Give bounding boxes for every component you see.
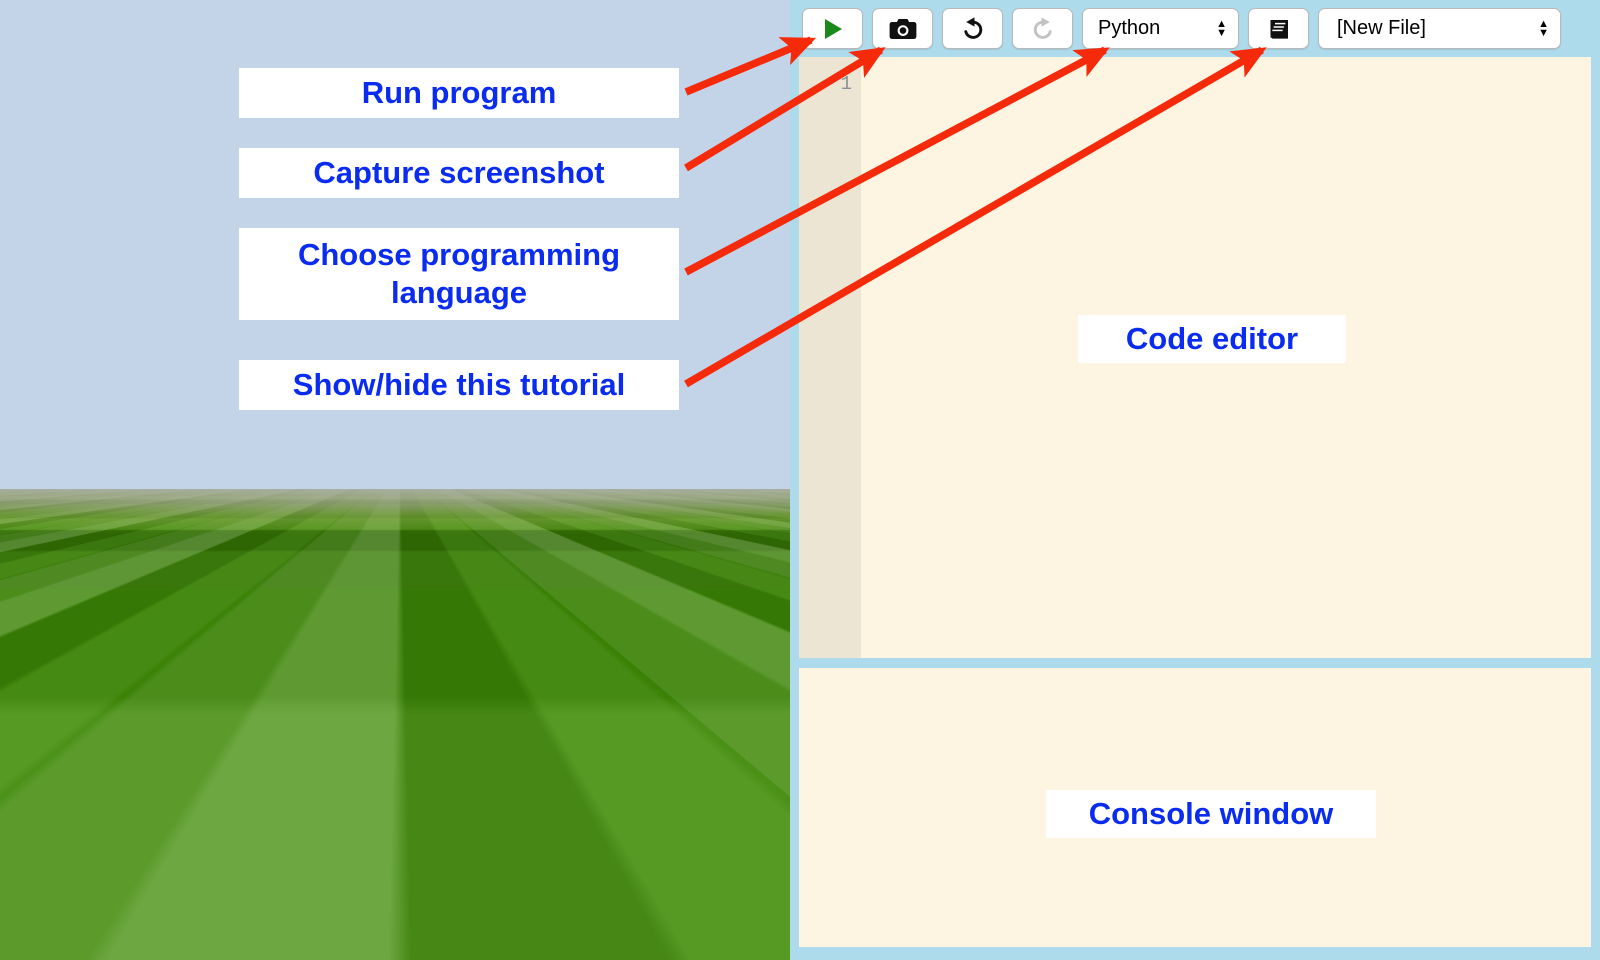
file-select-value: [New File] [1337,17,1426,39]
book-icon [1270,19,1288,39]
chevron-updown-icon: ▲ ▼ [1538,17,1549,39]
callout-show-hide-tutorial: Show/hide this tutorial [239,360,679,410]
redo-icon [1033,16,1052,39]
callout-console-window: Console window [1046,790,1376,838]
tutorial-toggle-button[interactable] [1248,8,1309,49]
callout-run-program-text: Run program [361,75,557,110]
callout-choose-language-text: Choose programming language [298,236,620,312]
undo-icon [963,16,982,39]
language-select-value: Python [1098,17,1161,39]
callout-code-editor: Code editor [1078,315,1346,363]
callout-capture-screenshot: Capture screenshot [239,148,679,198]
callout-run-program: Run program [239,68,679,118]
editor-gutter: 1 [799,57,861,658]
undo-button[interactable] [942,8,1003,49]
callout-choose-language-line2: language [390,275,528,310]
file-select[interactable]: [New File] ▲ ▼ [1318,8,1561,49]
run-button[interactable] [802,8,863,49]
chevron-updown-icon: ▲ ▼ [1216,17,1227,39]
language-select[interactable]: Python ▲ ▼ [1082,8,1239,49]
capture-screenshot-button[interactable] [872,8,933,49]
world-viewport[interactable] [0,0,800,960]
callout-choose-language: Choose programming language [239,228,679,320]
line-number: 1 [840,73,852,95]
callout-show-hide-tutorial-text: Show/hide this tutorial [292,367,626,402]
callout-console-window-text: Console window [1088,796,1334,831]
redo-button[interactable] [1012,8,1073,49]
ground-plane [0,489,800,960]
play-icon [824,18,842,39]
camera-icon [889,18,916,39]
callout-choose-language-line1: Choose programming [297,237,621,272]
app-root: Python ▲ ▼ [New File] ▲ ▼ 1 Run program … [0,0,1600,960]
toolbar: Python ▲ ▼ [New File] ▲ ▼ [790,0,1600,57]
callout-code-editor-text: Code editor [1125,321,1299,356]
callout-capture-screenshot-text: Capture screenshot [313,155,605,190]
